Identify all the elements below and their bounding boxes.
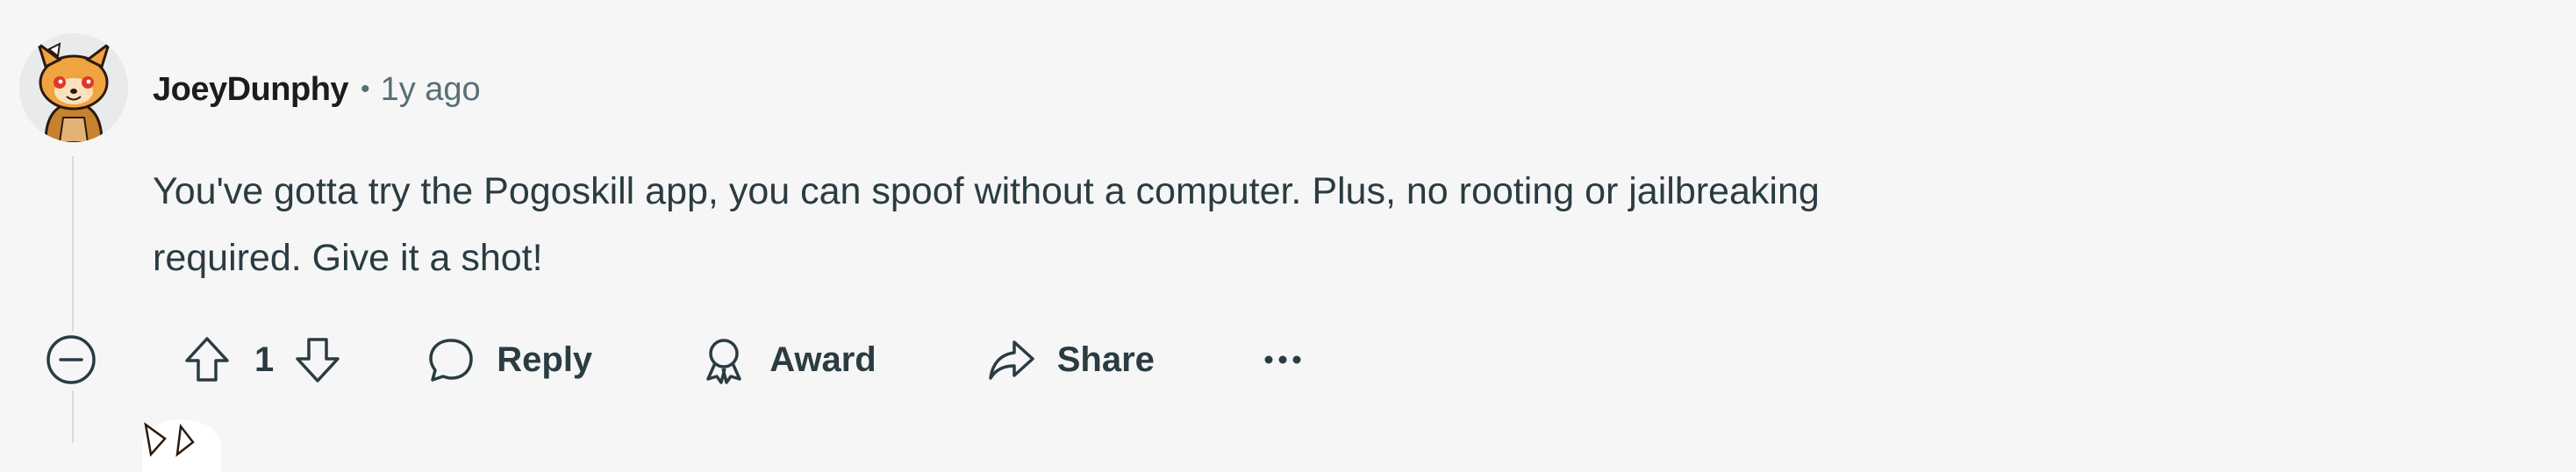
upvote-button[interactable] xyxy=(179,332,235,388)
collapse-thread-icon xyxy=(47,335,96,384)
snoo-avatar-icon xyxy=(19,33,128,142)
share-arrow-icon xyxy=(988,340,1034,380)
collapse-button[interactable] xyxy=(44,333,98,387)
award-button[interactable]: Award xyxy=(687,328,887,391)
downvote-arrow-icon xyxy=(296,338,340,383)
snoo-avatar-icon xyxy=(144,422,195,457)
meta-separator: • xyxy=(361,75,370,104)
more-options-icon xyxy=(1264,355,1301,364)
comment-body: You've gotta try the Pogoskill app, you … xyxy=(153,158,2258,291)
thread-line[interactable] xyxy=(72,156,74,332)
reply-label: Reply xyxy=(497,340,593,379)
comment-body-line: You've gotta try the Pogoskill app, you … xyxy=(153,170,1820,212)
comment-action-bar: 1 Reply Award Share xyxy=(44,325,1309,395)
vote-score: 1 xyxy=(254,340,275,379)
thread-line-continued[interactable] xyxy=(72,390,74,443)
reply-button[interactable]: Reply xyxy=(414,328,603,391)
author-avatar[interactable] xyxy=(19,33,128,142)
award-label: Award xyxy=(769,340,877,379)
award-ribbon-icon xyxy=(706,339,741,384)
more-options-button[interactable] xyxy=(1256,333,1309,386)
next-reply-avatar[interactable] xyxy=(142,419,221,472)
upvote-arrow-icon xyxy=(185,337,229,382)
downvote-button[interactable] xyxy=(290,332,346,388)
comment-body-line: required. Give it a shot! xyxy=(153,237,543,279)
share-button[interactable]: Share xyxy=(975,328,1165,391)
author-name[interactable]: JoeyDunphy xyxy=(153,71,349,109)
comment-header: JoeyDunphy • 1y ago xyxy=(153,67,481,112)
comment-timestamp[interactable]: 1y ago xyxy=(381,71,481,109)
vote-group: 1 xyxy=(179,332,346,388)
comment: JoeyDunphy • 1y ago You've gotta try the… xyxy=(0,0,2576,472)
share-label: Share xyxy=(1056,340,1155,379)
speech-bubble-icon xyxy=(429,339,473,382)
